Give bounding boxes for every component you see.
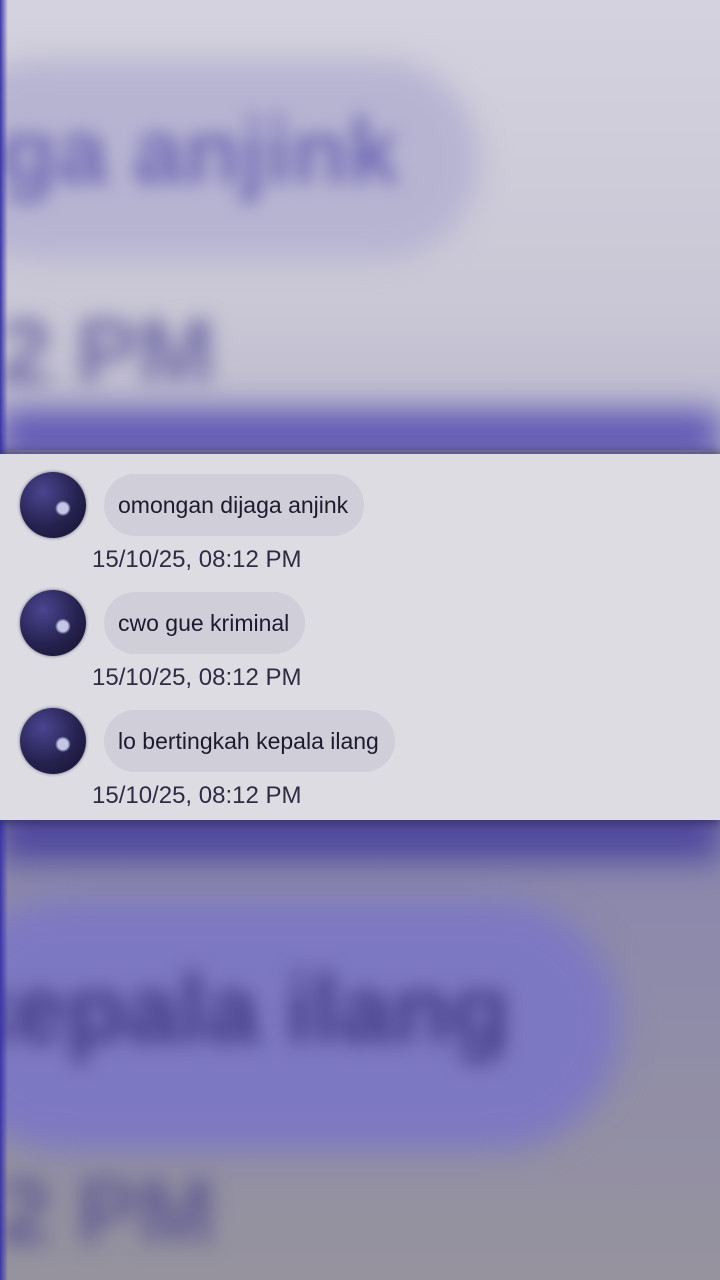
message-timestamp: 15/10/25, 08:12 PM <box>92 782 302 809</box>
blurred-time-top: 2 PM <box>0 301 215 403</box>
blurred-message-top: ga anjink <box>0 101 399 203</box>
blurred-background-top: ga anjink 2 PM <box>0 0 720 450</box>
chat-panel: omongan dijaga anjink 15/10/25, 08:12 PM… <box>0 454 720 820</box>
message-bubble[interactable]: lo bertingkah kepala ilang <box>104 710 395 772</box>
blurred-shadow-top <box>0 410 720 450</box>
blurred-shadow-bottom <box>0 820 720 860</box>
chat-message: lo bertingkah kepala ilang 15/10/25, 08:… <box>0 706 720 824</box>
avatar-icon[interactable] <box>20 590 86 656</box>
blurred-background-bottom: kepala ilang 2 PM <box>0 820 720 1280</box>
blurred-message-bottom: kepala ilang <box>0 956 510 1063</box>
blurred-time-bottom: 2 PM <box>0 1161 215 1263</box>
message-timestamp: 15/10/25, 08:12 PM <box>92 546 302 573</box>
message-timestamp: 15/10/25, 08:12 PM <box>92 664 302 691</box>
message-bubble[interactable]: omongan dijaga anjink <box>104 474 365 536</box>
chat-message: cwo gue kriminal 15/10/25, 08:12 PM <box>0 588 720 706</box>
avatar-icon[interactable] <box>20 708 86 774</box>
message-bubble[interactable]: cwo gue kriminal <box>104 592 306 654</box>
avatar-icon[interactable] <box>20 472 86 538</box>
chat-message: omongan dijaga anjink 15/10/25, 08:12 PM <box>0 470 720 588</box>
